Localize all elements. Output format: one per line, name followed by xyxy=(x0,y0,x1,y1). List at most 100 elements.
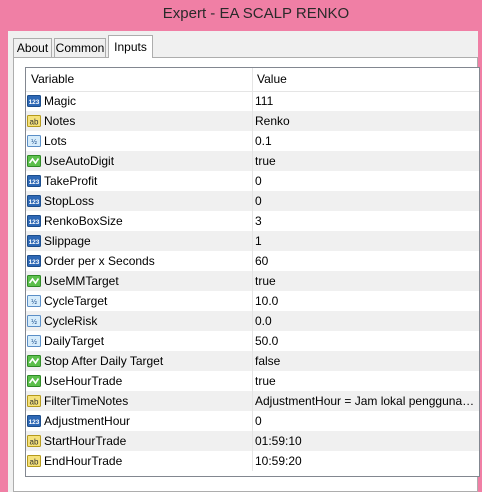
table-row[interactable]: 123 AdjustmentHour 0 xyxy=(26,411,479,431)
variable-name: UseHourTrade xyxy=(44,374,123,388)
variable-value[interactable]: Renko xyxy=(255,111,477,131)
cell-divider xyxy=(252,311,253,331)
variable-name: CycleRisk xyxy=(44,314,98,328)
variable-value[interactable]: true xyxy=(255,151,477,171)
table-row[interactable]: ab FilterTimeNotes AdjustmentHour = Jam lo… xyxy=(26,391,479,411)
table-row[interactable]: ½ CycleTarget 10.0 xyxy=(26,291,479,311)
inputs-grid: Variable Value 123 Magic 111 ab Notes Renko ½ L… xyxy=(25,67,480,477)
integer-type-icon: 123 xyxy=(27,194,41,208)
cell-divider xyxy=(252,151,253,171)
title-bar[interactable]: Expert - EA SCALP RENKO xyxy=(0,0,482,31)
variable-value[interactable]: 0 xyxy=(255,171,477,191)
integer-type-icon: 123 xyxy=(27,254,41,268)
boolean-type-icon xyxy=(27,374,41,388)
table-row[interactable]: ½ DailyTarget 50.0 xyxy=(26,331,479,351)
svg-text:½: ½ xyxy=(31,318,37,326)
table-row[interactable]: UseAutoDigit true xyxy=(26,151,479,171)
cell-divider xyxy=(252,91,253,111)
variable-value[interactable]: AdjustmentHour = Jam lokal pengguna diku… xyxy=(255,391,477,411)
variable-value[interactable]: true xyxy=(255,271,477,291)
variable-name: AdjustmentHour xyxy=(44,414,131,428)
table-row[interactable]: UseHourTrade true xyxy=(26,371,479,391)
svg-text:ab: ab xyxy=(30,118,39,127)
column-header-value[interactable]: Value xyxy=(257,68,472,91)
table-row[interactable]: 123 RenkoBoxSize 3 xyxy=(26,211,479,231)
column-divider[interactable] xyxy=(252,68,253,91)
table-row[interactable]: Stop After Daily Target false xyxy=(26,351,479,371)
table-row[interactable]: ab EndHourTrade 10:59:20 xyxy=(26,451,479,471)
variable-name: Lots xyxy=(44,134,67,148)
variable-value[interactable]: 01:59:10 xyxy=(255,431,477,451)
variable-name: Order per x Seconds xyxy=(44,254,155,268)
cell-divider xyxy=(252,371,253,391)
table-row[interactable]: 123 Slippage 1 xyxy=(26,231,479,251)
cell-divider xyxy=(252,291,253,311)
cell-divider xyxy=(252,351,253,371)
double-type-icon: ½ xyxy=(27,134,41,148)
variable-value[interactable]: 60 xyxy=(255,251,477,271)
variable-value[interactable]: 111 xyxy=(255,91,477,111)
table-row[interactable]: 123 Order per x Seconds 60 xyxy=(26,251,479,271)
table-row[interactable]: UseMMTarget true xyxy=(26,271,479,291)
string-type-icon: ab xyxy=(27,454,41,468)
variable-name: RenkoBoxSize xyxy=(44,214,123,228)
grid-header: Variable Value xyxy=(26,68,479,92)
svg-text:ab: ab xyxy=(30,438,39,447)
table-row[interactable]: 123 TakeProfit 0 xyxy=(26,171,479,191)
variable-value[interactable]: false xyxy=(255,351,477,371)
cell-divider xyxy=(252,451,253,471)
variable-value[interactable]: 10.0 xyxy=(255,291,477,311)
variable-value[interactable]: 0 xyxy=(255,411,477,431)
variable-value[interactable]: 3 xyxy=(255,211,477,231)
boolean-type-icon xyxy=(27,274,41,288)
cell-divider xyxy=(252,331,253,351)
tab-about[interactable]: About xyxy=(13,38,52,57)
cell-divider xyxy=(252,131,253,151)
variable-value[interactable]: 0 xyxy=(255,191,477,211)
cell-divider xyxy=(252,171,253,191)
boolean-type-icon xyxy=(27,154,41,168)
variable-name: Slippage xyxy=(44,234,91,248)
window-title: Expert - EA SCALP RENKO xyxy=(162,5,350,22)
svg-text:123: 123 xyxy=(29,239,40,246)
variable-value[interactable]: 1 xyxy=(255,231,477,251)
variable-name: FilterTimeNotes xyxy=(44,394,129,408)
tab-common[interactable]: Common xyxy=(54,38,106,57)
variable-value[interactable]: 0.0 xyxy=(255,311,477,331)
svg-text:123: 123 xyxy=(29,219,40,226)
table-row[interactable]: ½ CycleRisk 0.0 xyxy=(26,311,479,331)
cell-divider xyxy=(252,231,253,251)
integer-type-icon: 123 xyxy=(27,214,41,228)
table-row[interactable]: ab StartHourTrade 01:59:10 xyxy=(26,431,479,451)
svg-text:123: 123 xyxy=(29,419,40,426)
svg-text:123: 123 xyxy=(29,199,40,206)
variable-name: Stop After Daily Target xyxy=(44,354,164,368)
variable-value[interactable]: 0.1 xyxy=(255,131,477,151)
cell-divider xyxy=(252,411,253,431)
variable-name: StopLoss xyxy=(44,194,95,208)
variable-value[interactable]: true xyxy=(255,371,477,391)
svg-text:½: ½ xyxy=(31,298,37,306)
cell-divider xyxy=(252,111,253,131)
cell-divider xyxy=(252,431,253,451)
variable-value[interactable]: 10:59:20 xyxy=(255,451,477,471)
boolean-type-icon xyxy=(27,354,41,368)
integer-type-icon: 123 xyxy=(27,174,41,188)
variable-value[interactable]: 50.0 xyxy=(255,331,477,351)
svg-text:½: ½ xyxy=(31,338,37,346)
variable-name: EndHourTrade xyxy=(44,454,123,468)
cell-divider xyxy=(252,191,253,211)
double-type-icon: ½ xyxy=(27,314,41,328)
table-row[interactable]: 123 Magic 111 xyxy=(26,91,479,111)
table-row[interactable]: ab Notes Renko xyxy=(26,111,479,131)
table-row[interactable]: ½ Lots 0.1 xyxy=(26,131,479,151)
tab-inputs[interactable]: Inputs xyxy=(108,35,153,58)
integer-type-icon: 123 xyxy=(27,234,41,248)
variable-name: Magic xyxy=(44,94,77,108)
window-left-border xyxy=(0,31,8,492)
variable-name: DailyTarget xyxy=(44,334,105,348)
cell-divider xyxy=(252,251,253,271)
table-row[interactable]: 123 StopLoss 0 xyxy=(26,191,479,211)
variable-name: CycleTarget xyxy=(44,294,108,308)
column-header-variable[interactable]: Variable xyxy=(31,68,246,91)
